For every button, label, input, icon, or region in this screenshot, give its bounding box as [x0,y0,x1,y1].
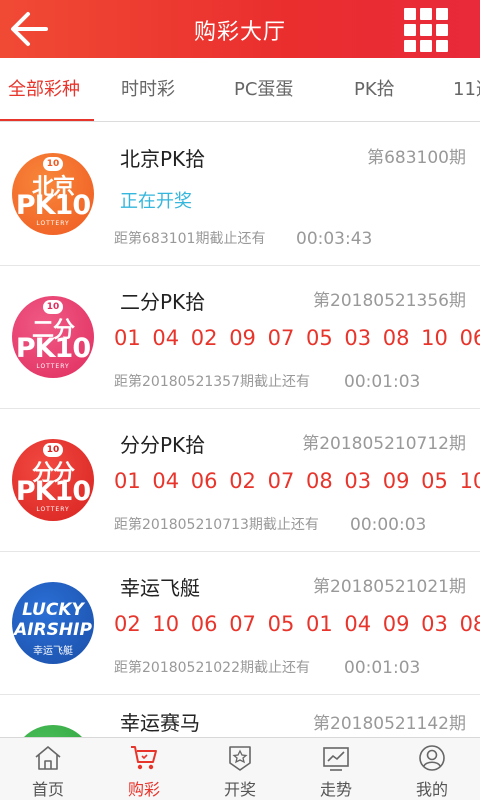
deadline-text: 距第683101期截止还有 [114,231,266,247]
lottery-item-erfen-pk10[interactable]: 10 二分 PK10 LOTTERY 二分PK拾 第20180521356期 0… [0,266,480,409]
home-icon [35,746,61,770]
deadline-text: 距第20180521022期截止还有 [114,660,310,676]
tabbar-trend[interactable]: 走势 [288,738,384,801]
user-icon [419,745,445,771]
countdown-timer: 00:03:43 [296,229,373,249]
grid-menu-button[interactable] [404,8,452,52]
lottery-period: 第683100期 [367,148,466,168]
lottery-item-lucky-horse[interactable]: 幸运赛马 第20180521142期 [0,695,480,737]
trend-icon [323,747,349,771]
lottery-name: 幸运赛马 [120,711,200,735]
lottery-list: 10 北京 PK10 LOTTERY 北京PK拾 第683100期 正在开奖 距… [0,123,480,737]
lottery-name: 二分PK拾 [120,290,206,314]
grid-menu-icon [404,8,416,20]
cart-icon [131,746,157,770]
fenfen-pk10-logo: 10 分分 PK10 LOTTERY [12,439,94,521]
tab-all[interactable]: 全部彩种 [8,58,80,121]
lottery-name: 分分PK拾 [120,433,206,457]
active-tab-indicator [0,119,94,121]
tabbar-results[interactable]: 开奖 [192,738,288,801]
tab-11x5[interactable]: 11选 [453,58,480,121]
tabbar-buy[interactable]: 购彩 [96,738,192,801]
beijing-pk10-logo: 10 北京 PK10 LOTTERY [12,153,94,235]
lottery-period: 第20180521356期 [313,291,466,311]
lottery-period: 第201805210712期 [302,434,466,454]
lottery-period: 第20180521021期 [313,577,466,597]
deadline-text: 距第20180521357期截止还有 [114,374,310,390]
tab-pk10[interactable]: PK拾 [354,58,395,121]
lottery-period: 第20180521142期 [313,714,466,734]
tabbar-home[interactable]: 首页 [0,738,96,801]
draw-status: 正在开奖 [120,191,192,212]
app-header: 购彩大厅 [0,0,480,58]
erfen-pk10-logo: 10 二分 PK10 LOTTERY [12,296,94,378]
lottery-name: 幸运飞艇 [120,576,200,600]
draw-numbers: 02 10 06 07 05 01 04 09 03 08 [114,612,480,636]
lottery-item-beijing-pk10[interactable]: 10 北京 PK10 LOTTERY 北京PK拾 第683100期 正在开奖 距… [0,123,480,266]
tabbar-me[interactable]: 我的 [384,738,480,801]
countdown-timer: 00:01:03 [344,658,421,678]
lottery-name: 北京PK拾 [120,147,206,171]
tab-shishicai[interactable]: 时时彩 [121,58,175,121]
deadline-text: 距第201805210713期截止还有 [114,517,319,533]
countdown-timer: 00:01:03 [344,372,421,392]
award-icon [229,746,251,771]
lucky-airship-logo: LUCKY AIRSHIP 幸运飞艇 [12,582,94,664]
draw-numbers: 01 04 02 09 07 05 03 08 10 06 [114,326,480,350]
draw-numbers: 01 04 06 02 07 08 03 09 05 10 [114,469,480,493]
lottery-item-lucky-airship[interactable]: LUCKY AIRSHIP 幸运飞艇 幸运飞艇 第20180521021期 02… [0,552,480,695]
category-tabs: 全部彩种 时时彩 PC蛋蛋 PK拾 11选 [0,58,480,122]
lucky-horse-logo [12,725,94,737]
tab-pc-dandan[interactable]: PC蛋蛋 [234,58,293,121]
bottom-tab-bar: 首页 购彩 开奖 走势 我的 [0,737,480,800]
countdown-timer: 00:00:03 [350,515,427,535]
lottery-item-fenfen-pk10[interactable]: 10 分分 PK10 LOTTERY 分分PK拾 第201805210712期 … [0,409,480,552]
